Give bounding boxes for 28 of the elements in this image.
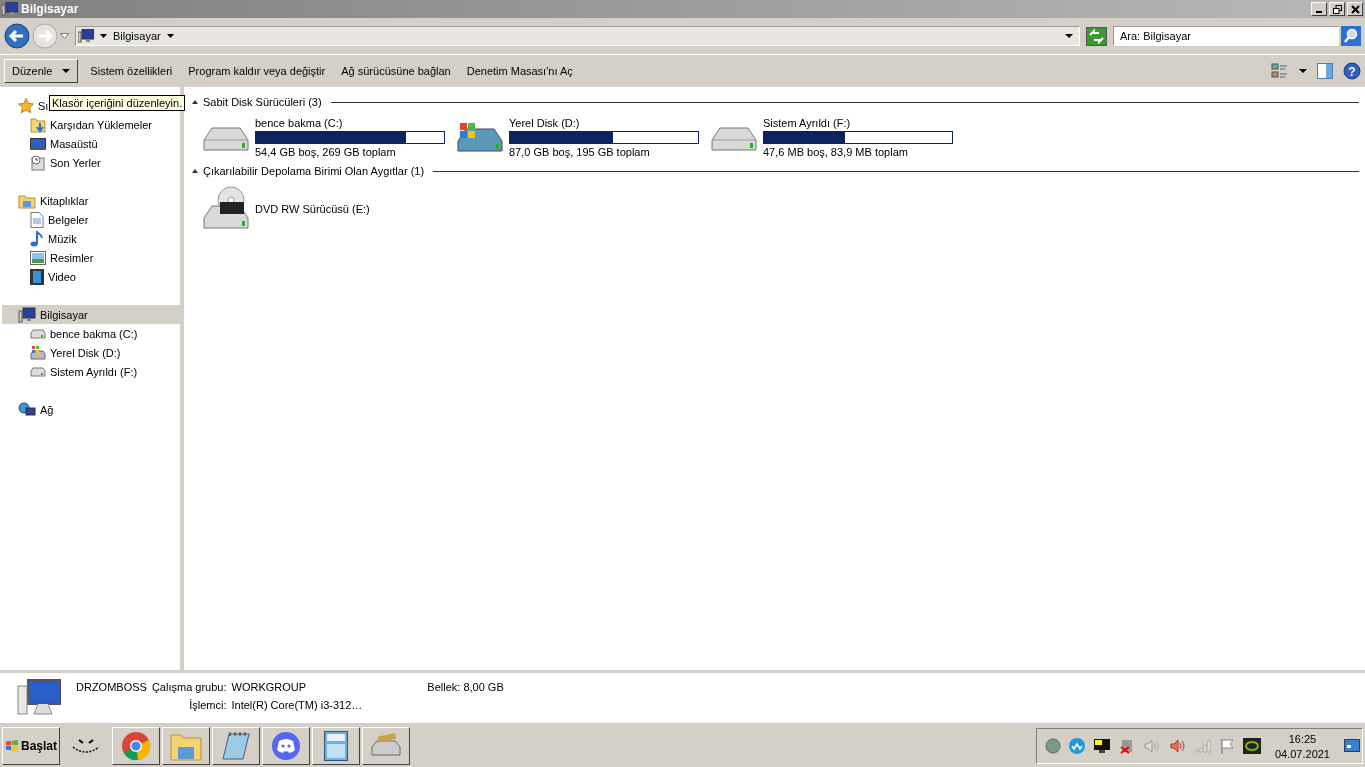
- navigation-label: Belgeler: [48, 213, 89, 226]
- computer-name: DRZOMBOSS: [76, 681, 147, 693]
- navigation-label: bence bakma (C:): [50, 327, 138, 340]
- navigation-label: Yerel Disk (D:): [50, 346, 121, 359]
- navigation-label: Video: [48, 270, 76, 283]
- drive-space-text: 87,0 GB boş, 195 GB toplam: [509, 146, 651, 158]
- navigation-label: Sistem Ayrıldı (F:): [50, 365, 138, 378]
- workgroup-label: Çalışma grubu:: [151, 681, 227, 693]
- navigation-label: Ağ: [40, 403, 54, 416]
- clock-time: 16:25: [1288, 732, 1317, 745]
- navigation-label: Son Yerler: [50, 156, 101, 169]
- navigation-label: Müzik: [48, 232, 77, 245]
- window-title: Bilgisayar: [21, 2, 79, 16]
- processor-label: İşlemci:: [188, 699, 227, 711]
- memory-label: Bellek:: [427, 681, 461, 693]
- navigation-label: Sı: [38, 99, 49, 112]
- tooltip: Klasör içeriğini düzenleyin.: [49, 95, 186, 111]
- workgroup-value: WORKGROUP: [231, 681, 308, 693]
- memory-value: 8,00 GB: [463, 681, 504, 693]
- clock-date: 04.07.2021: [1274, 747, 1330, 760]
- navigation-label: Masaüstü: [50, 137, 98, 150]
- navigation-label: Kitaplıklar: [40, 194, 89, 207]
- navigation-label: Karşıdan Yüklemeler: [50, 118, 152, 131]
- navigation-label: Resimler: [50, 251, 94, 264]
- processor-value: Intel(R) Core(TM) i3-312…: [231, 699, 363, 711]
- navigation-label: Bilgisayar: [40, 308, 88, 321]
- drive-space-text: 54,4 GB boş, 269 GB toplam: [255, 146, 397, 158]
- drive-space-text: 47,6 MB boş, 83,9 MB toplam: [763, 146, 909, 158]
